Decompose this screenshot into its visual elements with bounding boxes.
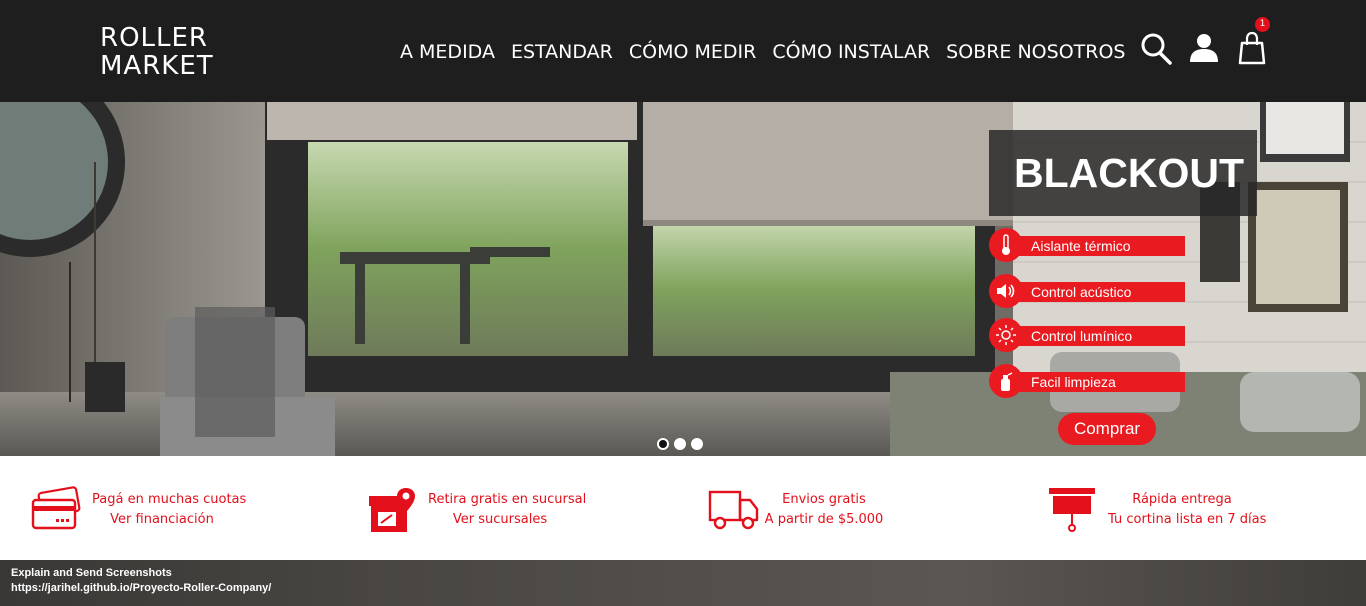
nav-sobre-nosotros[interactable]: SOBRE NOSOTROS	[938, 38, 1133, 66]
carousel-dot-1[interactable]	[657, 438, 669, 450]
hero-title: BLACKOUT	[989, 130, 1257, 216]
benefit-link[interactable]: Ver sucursales	[428, 510, 572, 530]
logo-line-1: ROLLER	[100, 23, 208, 53]
benefit-subtitle: Tu cortina lista en 7 días	[1108, 512, 1267, 527]
thermometer-icon	[989, 228, 1023, 262]
hero-banner: BLACKOUT Aislante térmico Control acústi…	[0, 102, 1366, 456]
credit-card-icon	[31, 486, 81, 530]
screenshot-overlay: Explain and Send Screenshots https://jar…	[11, 566, 271, 596]
benefit-title: Retira gratis en sucursal	[428, 492, 587, 507]
header-icons	[1140, 28, 1268, 68]
benefit-title: Rápida entrega	[1132, 492, 1232, 507]
benefits-bar: Pagá en muchas cuotas Ver financiación R…	[0, 456, 1366, 560]
carousel-dot-2[interactable]	[674, 438, 686, 450]
overlay-url: https://jarihel.github.io/Proyecto-Rolle…	[11, 582, 272, 594]
site-header: ROLLER MARKET A MEDIDA ESTANDAR CÓMO MED…	[0, 0, 1366, 102]
nav-a-medida[interactable]: A MEDIDA	[392, 38, 503, 66]
feature-label: Control lumínico	[1009, 326, 1185, 346]
spray-icon	[989, 364, 1023, 398]
feature-label: Facil limpieza	[1009, 372, 1185, 392]
speaker-icon	[989, 274, 1023, 308]
search-icon[interactable]	[1140, 31, 1172, 65]
nav-estandar[interactable]: ESTANDAR	[503, 38, 621, 66]
benefit-title: Envios gratis	[782, 492, 866, 507]
store-pin-icon	[369, 488, 415, 532]
user-icon[interactable]	[1188, 31, 1220, 65]
carousel-dots	[657, 438, 703, 450]
main-nav: A MEDIDA ESTANDAR CÓMO MEDIR CÓMO INSTAL…	[392, 38, 1133, 66]
feature-acoustic: Control acústico	[989, 274, 1189, 308]
next-section-image: Explain and Send Screenshots https://jar…	[0, 560, 1366, 606]
benefit-link[interactable]: Ver financiación	[92, 510, 232, 530]
site-logo[interactable]: ROLLER MARKET	[100, 24, 230, 80]
roller-blind-icon	[1049, 488, 1095, 532]
truck-icon	[708, 490, 759, 530]
benefit-subtitle: A partir de $5.000	[764, 512, 884, 527]
feature-light: Control lumínico	[989, 318, 1189, 352]
logo-line-2: MARKET	[100, 51, 214, 81]
shopping-bag-icon[interactable]	[1236, 31, 1268, 65]
sun-icon	[989, 318, 1023, 352]
buy-button[interactable]: Comprar	[1058, 413, 1156, 445]
feature-cleaning: Facil limpieza	[989, 364, 1189, 398]
benefit-title: Pagá en muchas cuotas	[92, 492, 247, 507]
carousel-dot-3[interactable]	[691, 438, 703, 450]
nav-como-instalar[interactable]: CÓMO INSTALAR	[764, 38, 938, 66]
overlay-title: Explain and Send Screenshots	[11, 567, 172, 579]
feature-thermal: Aislante térmico	[989, 228, 1189, 262]
nav-como-medir[interactable]: CÓMO MEDIR	[621, 38, 764, 66]
cart-count-badge: 1	[1255, 17, 1270, 32]
feature-label: Control acústico	[1009, 282, 1185, 302]
feature-label: Aislante térmico	[1009, 236, 1185, 256]
